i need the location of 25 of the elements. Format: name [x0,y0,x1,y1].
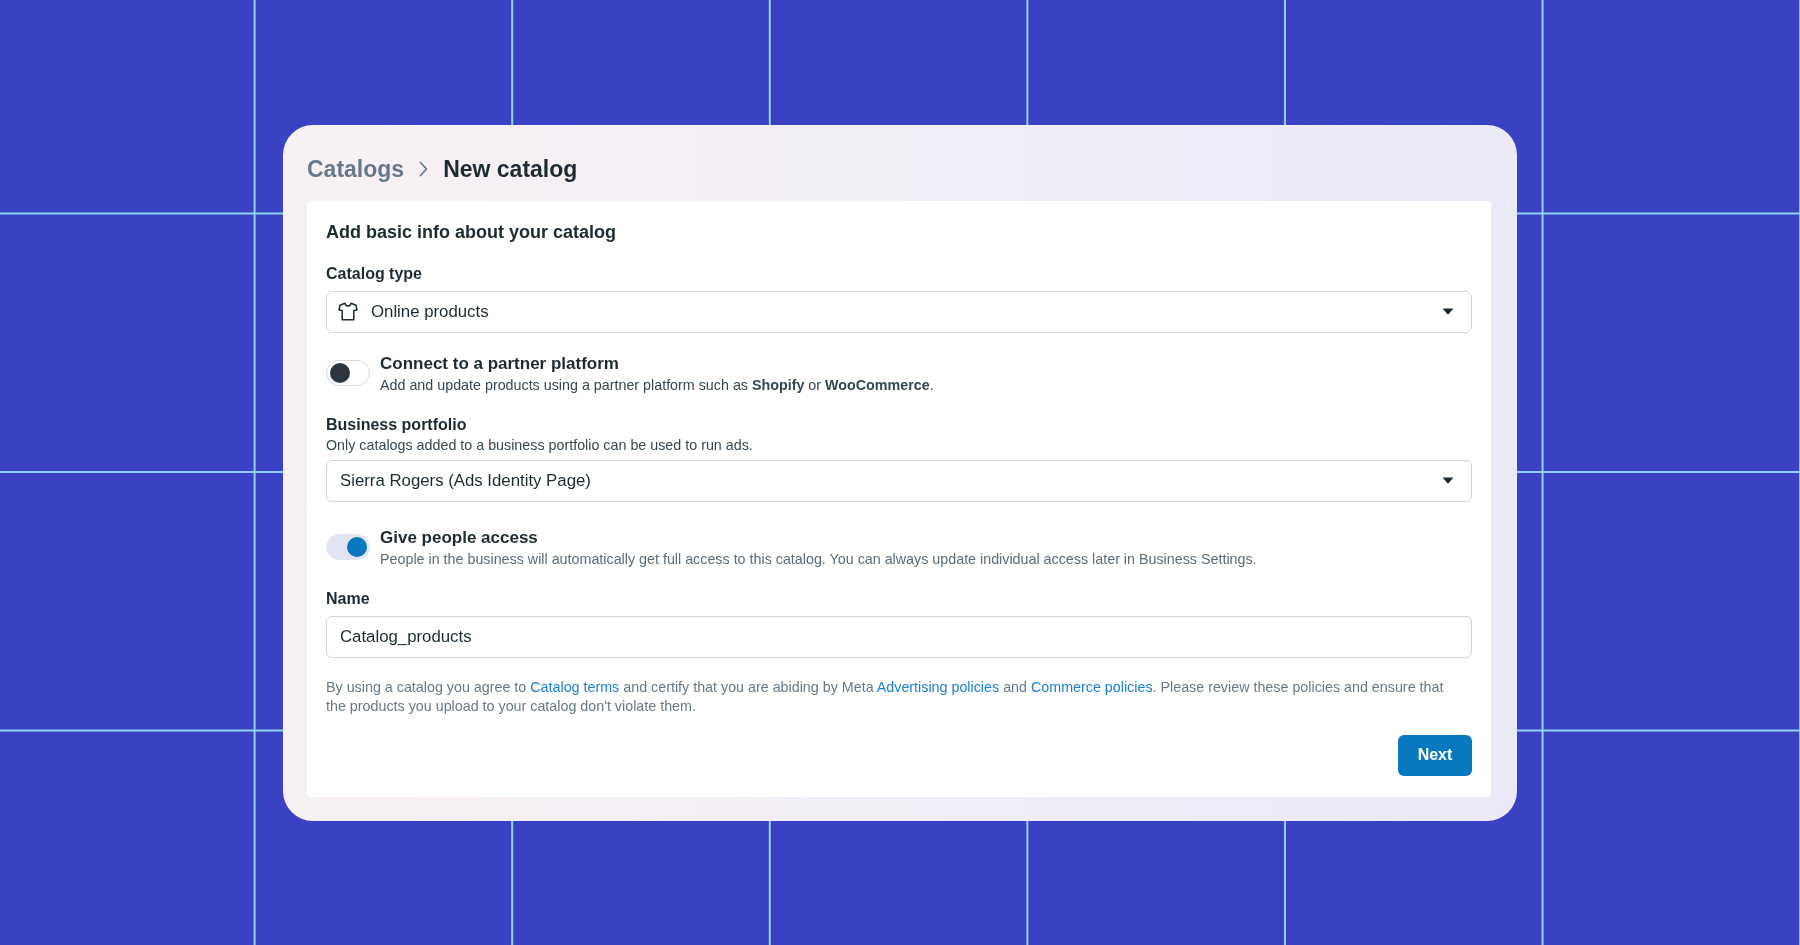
toggle-description: People in the business will automatically get full access to this catalog. You can always update individual access later in Business Settings. [380,549,1257,569]
next-button[interactable]: Next [1398,734,1472,776]
terms-link[interactable]: Advertising policies [876,678,1000,695]
field-label: Catalog type [326,263,423,284]
catalog-type-select[interactable]: Online products [326,290,1472,333]
terms-link[interactable]: Commerce policies [1030,678,1153,695]
field-label: Name [326,588,371,609]
toggle-switch[interactable] [326,359,370,386]
terms-text: By using a catalog you agree to Catalog terms and certify that you are abiding by Meta Advertising policies and Commerce policies. Please review these policies and ensure that the products you upload to your catalog don't violate them. [326,677,1445,716]
breadcrumb-link[interactable]: Catalogs [307,153,405,184]
shirt-icon [338,302,358,321]
chevron-icon [419,160,429,177]
terms-link[interactable]: Catalog terms [530,678,620,695]
toggle-title: Connect to a partner platform [380,353,620,374]
field-label: Business portfolio [326,414,468,435]
name-input[interactable]: Catalog_products [326,615,1472,658]
toggle-description: Add and update products using a partner platform such as Shopify or WooCommerce. [380,375,934,395]
portfolio-select[interactable]: Sierra Rogers (Ads Identity Page) [326,459,1472,502]
field-hint: Only catalogs added to a business portfolio can be used to run ads. [326,435,754,455]
form-heading: Add basic info about your catalog [326,220,618,244]
toggle-switch[interactable] [326,533,370,560]
caret-icon [1442,477,1454,484]
toggle-title: Give people access [380,527,539,548]
caret-icon [1442,308,1454,315]
breadcrumb-current: New catalog [443,154,578,184]
